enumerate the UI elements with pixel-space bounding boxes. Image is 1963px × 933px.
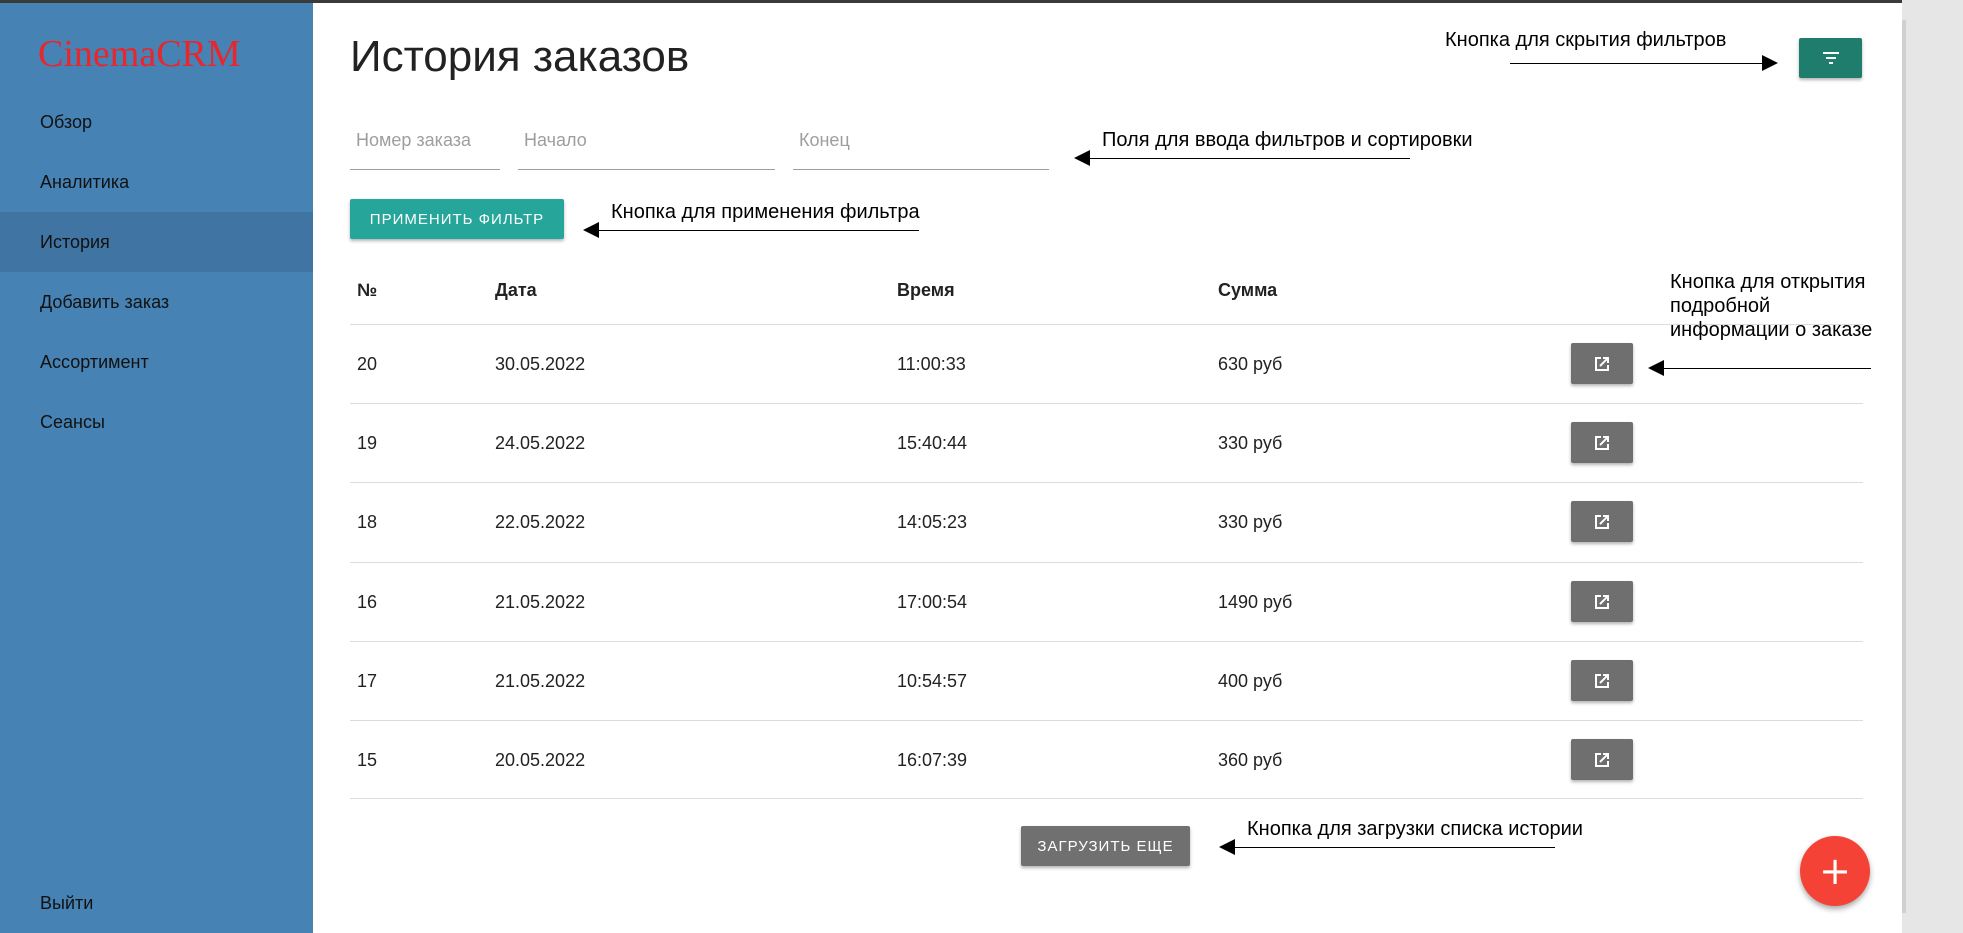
row-sum: 630 руб bbox=[1218, 354, 1283, 374]
row-sum: 330 руб bbox=[1218, 512, 1283, 532]
sidebar-item-overview[interactable]: Обзор bbox=[0, 92, 313, 152]
annotation-arrow-line bbox=[1664, 368, 1871, 369]
app-logo[interactable]: CinemaCRM bbox=[38, 32, 241, 76]
open-order-details-button[interactable] bbox=[1571, 343, 1633, 384]
open-order-details-button[interactable] bbox=[1571, 660, 1633, 701]
annotation-open-details-line3: информации о заказе bbox=[1670, 319, 1873, 341]
toggle-filters-button[interactable] bbox=[1799, 38, 1862, 78]
row-sum: 1490 руб bbox=[1218, 592, 1293, 612]
sidebar-item-add-order[interactable]: Добавить заказ bbox=[0, 272, 313, 332]
column-header-date: Дата bbox=[495, 280, 537, 300]
add-icon: + bbox=[1819, 849, 1851, 893]
add-order-fab[interactable]: + bbox=[1800, 836, 1870, 906]
row-number: 16 bbox=[357, 592, 378, 612]
apply-filter-button[interactable]: ПРИМЕНИТЬ ФИЛЬТР bbox=[350, 199, 564, 239]
row-time: 14:05:23 bbox=[897, 512, 968, 532]
annotation-arrowhead bbox=[1219, 839, 1235, 855]
row-date: 21.05.2022 bbox=[495, 592, 586, 612]
row-number: 20 bbox=[357, 354, 378, 374]
start-date-input[interactable] bbox=[518, 118, 775, 161]
open-in-new-icon bbox=[1595, 514, 1609, 529]
row-date: 20.05.2022 bbox=[495, 750, 586, 770]
order-number-input[interactable] bbox=[350, 118, 500, 161]
scrollbar-track[interactable] bbox=[1902, 0, 1963, 933]
annotation-arrow-line bbox=[1090, 158, 1410, 159]
row-date: 22.05.2022 bbox=[495, 512, 586, 532]
open-order-details-button[interactable] bbox=[1571, 581, 1633, 622]
annotation-open-details-line2: подробной bbox=[1670, 295, 1771, 317]
row-date: 24.05.2022 bbox=[495, 433, 586, 453]
table-row: 20 30.05.2022 11:00:33 630 руб bbox=[350, 324, 1863, 403]
filter-list-icon bbox=[1822, 52, 1839, 64]
annotation-arrow-line bbox=[1510, 63, 1764, 64]
start-date-field bbox=[518, 118, 775, 170]
annotation-apply-filter: Кнопка для применения фильтра bbox=[611, 201, 920, 223]
row-time: 17:00:54 bbox=[897, 592, 968, 612]
column-header-time: Время bbox=[897, 280, 955, 300]
row-date: 30.05.2022 bbox=[495, 354, 586, 374]
row-sum: 400 руб bbox=[1218, 671, 1283, 691]
row-time: 11:00:33 bbox=[897, 354, 966, 374]
annotation-arrow-line bbox=[1235, 847, 1555, 848]
annotation-filter-fields: Поля для ввода фильтров и сортировки bbox=[1102, 129, 1473, 151]
annotation-arrowhead bbox=[1762, 55, 1778, 71]
annotation-arrowhead bbox=[1648, 360, 1664, 376]
open-in-new-icon bbox=[1595, 752, 1609, 767]
open-order-details-button[interactable] bbox=[1571, 501, 1633, 542]
end-date-field bbox=[793, 118, 1049, 170]
open-in-new-icon bbox=[1595, 673, 1609, 688]
table-row: 15 20.05.2022 16:07:39 360 руб bbox=[350, 720, 1863, 799]
annotation-arrowhead bbox=[1074, 150, 1090, 166]
load-more-button[interactable]: ЗАГРУЗИТЬ ЕЩЕ bbox=[1021, 826, 1190, 866]
open-in-new-icon bbox=[1595, 435, 1609, 450]
column-header-number: № bbox=[357, 280, 378, 300]
open-in-new-icon bbox=[1595, 356, 1609, 371]
row-number: 17 bbox=[357, 671, 378, 691]
window-top-border bbox=[0, 0, 1902, 3]
row-number: 15 bbox=[357, 750, 378, 770]
sidebar-item-assortment[interactable]: Ассортимент bbox=[0, 332, 313, 392]
order-number-field bbox=[350, 118, 500, 170]
row-number: 18 bbox=[357, 512, 378, 532]
table-row: 19 24.05.2022 15:40:44 330 руб bbox=[350, 403, 1863, 482]
open-order-details-button[interactable] bbox=[1571, 422, 1633, 463]
row-number: 19 bbox=[357, 433, 378, 453]
row-time: 15:40:44 bbox=[897, 433, 968, 453]
row-sum: 330 руб bbox=[1218, 433, 1283, 453]
logout-link[interactable]: Выйти bbox=[0, 873, 313, 933]
open-in-new-icon bbox=[1595, 594, 1609, 609]
row-date: 21.05.2022 bbox=[495, 671, 586, 691]
sidebar-item-analytics[interactable]: Аналитика bbox=[0, 152, 313, 212]
page-title: История заказов bbox=[350, 32, 690, 81]
end-date-input[interactable] bbox=[793, 118, 1049, 161]
row-time: 16:07:39 bbox=[897, 750, 968, 770]
annotation-arrow-line bbox=[599, 230, 919, 231]
column-header-sum: Сумма bbox=[1218, 280, 1278, 300]
annotation-open-details-line1: Кнопка для открытия bbox=[1670, 271, 1866, 293]
row-sum: 360 руб bbox=[1218, 750, 1283, 770]
scrollbar-thumb[interactable] bbox=[1902, 20, 1906, 913]
open-order-details-button[interactable] bbox=[1571, 739, 1633, 780]
annotation-hide-filters: Кнопка для скрытия фильтров bbox=[1445, 29, 1727, 51]
table-row: 17 21.05.2022 10:54:57 400 руб bbox=[350, 641, 1863, 720]
sidebar-item-sessions[interactable]: Сеансы bbox=[0, 392, 313, 452]
table-row: 16 21.05.2022 17:00:54 1490 руб bbox=[350, 562, 1863, 641]
table-row: 18 22.05.2022 14:05:23 330 руб bbox=[350, 482, 1863, 561]
sidebar-item-history[interactable]: История bbox=[0, 212, 313, 272]
annotation-load-more: Кнопка для загрузки списка истории bbox=[1247, 818, 1583, 840]
annotation-arrowhead bbox=[583, 222, 599, 238]
row-time: 10:54:57 bbox=[897, 671, 968, 691]
sidebar: CinemaCRM Обзор Аналитика История Добави… bbox=[0, 0, 313, 933]
